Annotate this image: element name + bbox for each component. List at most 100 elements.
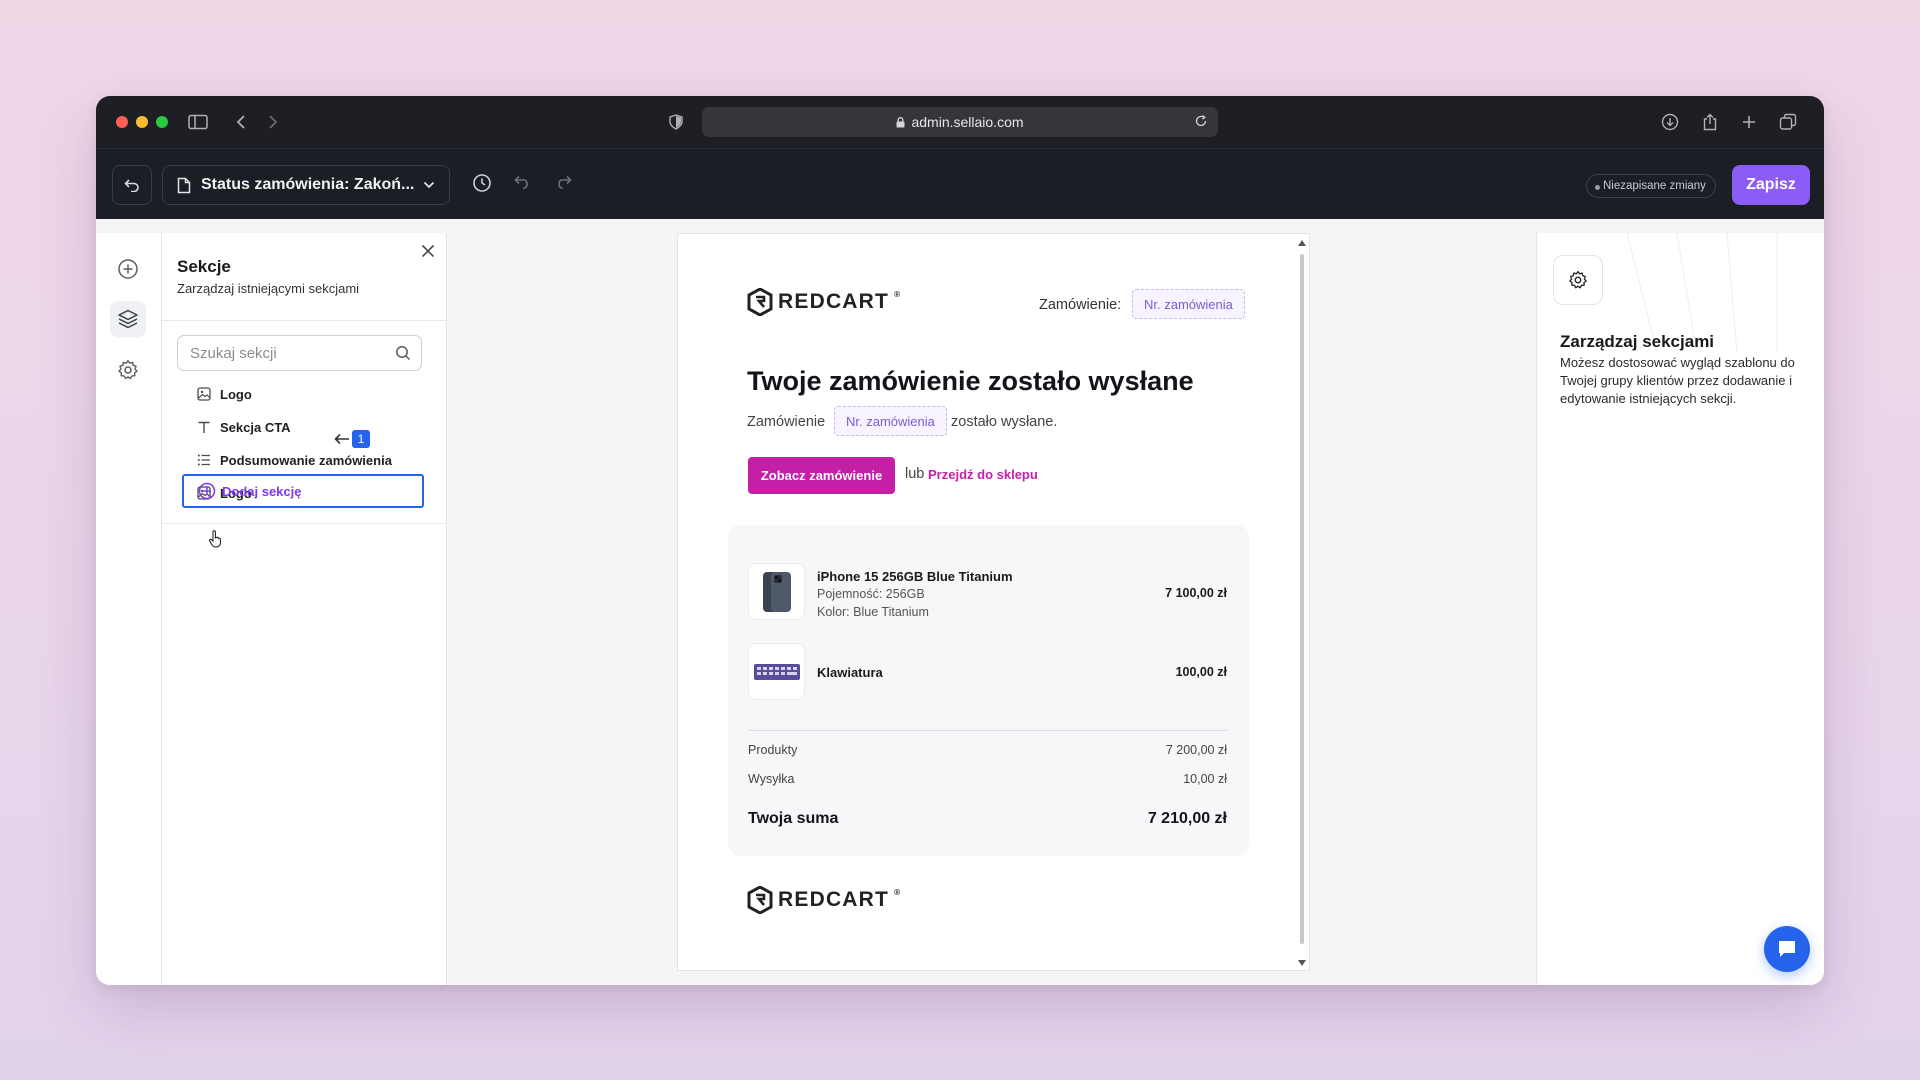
undo-icon[interactable] (514, 175, 532, 189)
section-item-cta[interactable]: Sekcja CTA (196, 417, 291, 437)
email-preview: REDCART ® Zamówienie: Nr. zamówienia Twoj… (677, 233, 1310, 971)
scroll-thumb[interactable] (1300, 254, 1304, 944)
product-capacity: Pojemność: 256GB (817, 587, 925, 601)
order-label: Zamówienie: (1039, 297, 1122, 313)
share-icon[interactable] (1700, 112, 1720, 132)
forward-icon[interactable] (263, 112, 283, 132)
email-heading[interactable]: Twoje zamówienie zostało wysłane (747, 366, 1194, 397)
search-icon (395, 345, 411, 361)
browser-window: admin.sellaio.com Status zamówienia: Zak… (96, 96, 1824, 985)
logo-text: REDCART (778, 888, 890, 911)
layers-button[interactable] (110, 301, 146, 337)
download-icon[interactable] (1660, 112, 1680, 132)
logo-registered-mark: ® (894, 887, 900, 897)
email-footer-logo[interactable]: REDCART ® (747, 886, 900, 914)
redo-icon[interactable] (554, 175, 572, 189)
section-item-order-summary[interactable]: Podsumowanie zamówienia (196, 450, 392, 470)
right-panel-title: Zarządzaj sekcjami (1560, 332, 1715, 351)
shield-icon[interactable] (666, 112, 686, 132)
section-item-label: Logo (220, 386, 252, 402)
sections-panel: Sekcje Zarządzaj istniejącymi sekcjami S… (162, 233, 447, 985)
order-summary: iPhone 15 256GB Blue Titanium Pojemność:… (728, 525, 1249, 856)
total-label: Twoja suma (748, 810, 839, 827)
email-line-prefix: Zamówienie (747, 414, 826, 430)
layers-icon (118, 309, 138, 329)
chat-support-button[interactable] (1764, 926, 1810, 972)
right-panel-description: Możesz dostosować wygląd szablonu do Two… (1560, 355, 1795, 406)
arrow-left-icon (334, 433, 349, 445)
save-button[interactable]: Zapisz (1732, 165, 1810, 205)
chevron-down-icon (423, 181, 435, 189)
text-icon (196, 420, 212, 434)
add-section-button[interactable]: Dodaj sekcję (182, 474, 424, 508)
gear-icon (1569, 270, 1587, 289)
order-number-placeholder[interactable]: Nr. zamówienia (1132, 289, 1245, 319)
redcart-logo-icon (747, 288, 773, 316)
back-icon[interactable] (231, 112, 251, 132)
editor-workspace: Sekcje Zarządzaj istniejącymi sekcjami S… (96, 219, 1824, 985)
logo-registered-mark: ® (894, 289, 900, 299)
total-value: 7 210,00 zł (1147, 810, 1227, 827)
product-thumbnail-iphone (748, 563, 805, 620)
scroll-down-arrow-icon[interactable] (1298, 960, 1306, 966)
return-icon (124, 179, 139, 192)
product-color: Kolor: Blue Titanium (817, 605, 929, 619)
divider (162, 523, 446, 524)
search-placeholder: Szukaj sekcji (190, 344, 277, 362)
search-sections-input[interactable]: Szukaj sekcji (177, 335, 422, 371)
url-text: admin.sellaio.com (911, 114, 1024, 130)
close-window-button[interactable] (116, 116, 128, 128)
annotation-pointer: 1 (334, 430, 370, 448)
product-price: 7 100,00 zł (1165, 586, 1227, 600)
email-logo[interactable]: REDCART ® (747, 288, 900, 316)
settings-gear-box (1553, 255, 1603, 305)
reload-icon[interactable] (1194, 114, 1208, 128)
template-select[interactable]: Status zamówienia: Zakoń... (162, 165, 450, 205)
section-item-logo[interactable]: Logo (196, 384, 252, 404)
right-info-panel: Zarządzaj sekcjami Możesz dostosować wyg… (1536, 233, 1824, 985)
shipping-label: Wysyłka (748, 772, 795, 786)
inline-order-number-placeholder[interactable]: Nr. zamówienia (834, 406, 947, 436)
scroll-up-arrow-icon[interactable] (1298, 240, 1306, 246)
maximize-window-button[interactable] (156, 116, 168, 128)
chat-bubble-icon (1779, 941, 1795, 957)
address-bar[interactable]: admin.sellaio.com (702, 107, 1218, 137)
editor-rail (96, 233, 162, 985)
plus-circle-icon (198, 482, 216, 500)
sections-title: Sekcje (177, 257, 231, 276)
hand-cursor-icon (208, 530, 222, 553)
browser-toolbar: admin.sellaio.com (96, 96, 1824, 148)
email-line-suffix: zostało wysłane. (951, 414, 1058, 430)
document-icon (177, 177, 191, 194)
sections-panel-header: Sekcje Zarządzaj istniejącymi sekcjami (162, 233, 446, 321)
plus-circle-icon (118, 259, 138, 279)
products-label: Produkty (748, 743, 798, 757)
product-name: Klawiatura (817, 665, 883, 680)
sidebar-toggle-icon[interactable] (188, 112, 208, 132)
lock-icon (896, 116, 905, 128)
add-block-button[interactable] (110, 251, 146, 287)
logo-text: REDCART (778, 290, 890, 313)
add-section-label: Dodaj sekcję (222, 483, 302, 499)
annotation-badge: 1 (352, 430, 370, 448)
close-icon[interactable] (420, 243, 436, 259)
minimize-window-button[interactable] (136, 116, 148, 128)
editor-topbar: Status zamówienia: Zakoń... Niezapisane … (96, 148, 1824, 219)
shipping-value: 10,00 zł (1183, 772, 1227, 786)
view-order-button[interactable]: Zobacz zamówienie (748, 457, 895, 494)
summary-divider (748, 730, 1227, 731)
products-value: 7 200,00 zł (1165, 743, 1227, 757)
settings-button[interactable] (110, 352, 146, 388)
new-tab-icon[interactable] (1739, 112, 1759, 132)
tabs-overview-icon[interactable] (1778, 112, 1798, 132)
product-thumbnail-keyboard (748, 643, 805, 700)
exit-editor-button[interactable] (112, 165, 152, 205)
product-price: 100,00 zł (1175, 665, 1227, 679)
go-to-shop-link[interactable]: Przejdź do sklepu (928, 467, 1038, 482)
section-item-label: Podsumowanie zamówienia (220, 452, 392, 468)
preview-scrollbar[interactable] (1297, 238, 1307, 968)
window-controls (116, 116, 168, 128)
product-name: iPhone 15 256GB Blue Titanium (817, 569, 1013, 584)
template-select-value: Status zamówienia: Zakoń... (201, 176, 415, 193)
history-icon[interactable] (472, 173, 492, 193)
